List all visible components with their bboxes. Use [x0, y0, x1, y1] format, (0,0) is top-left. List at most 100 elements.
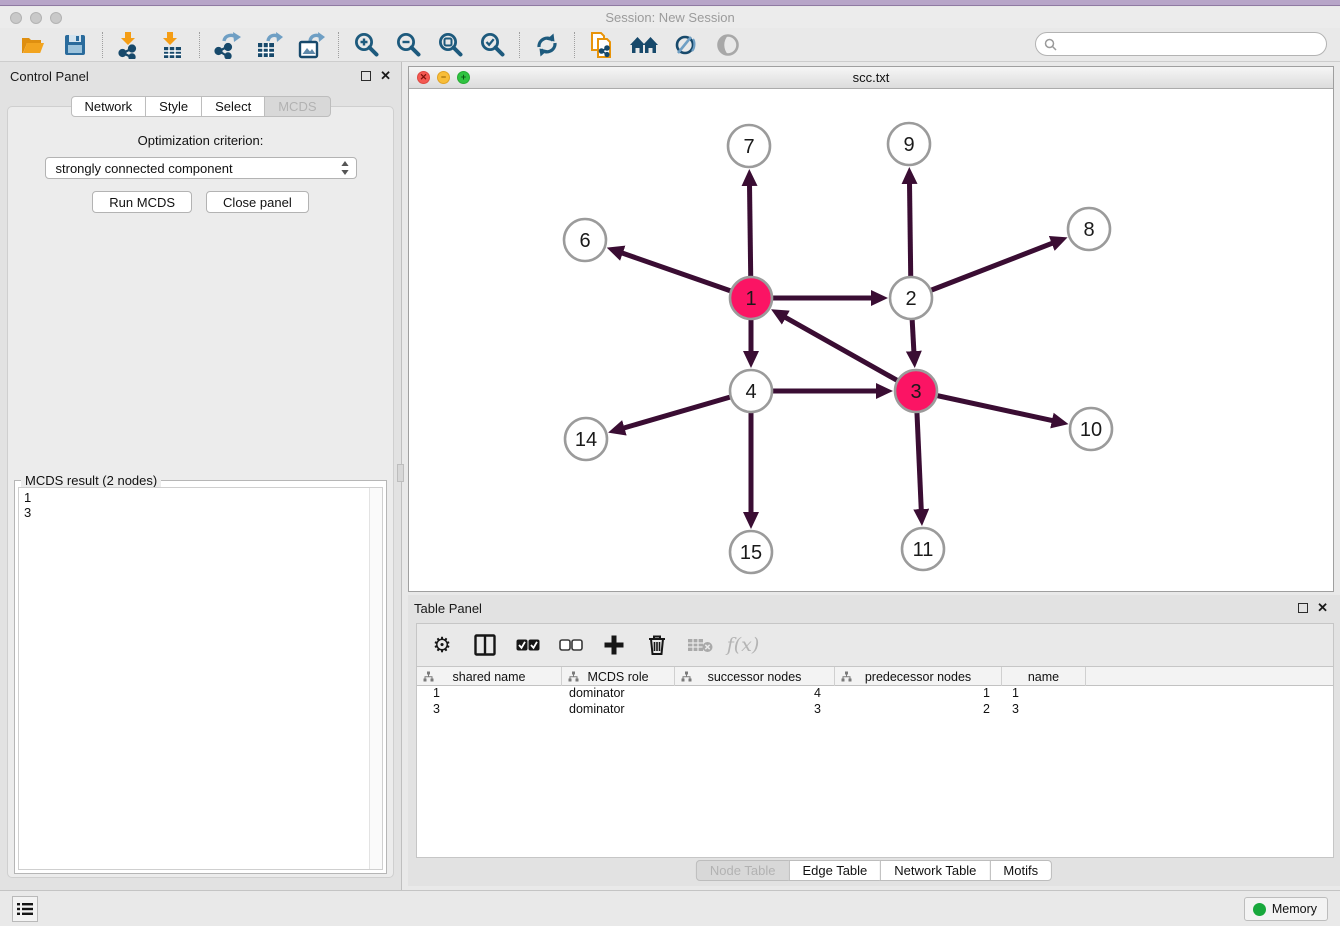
close-panel-icon[interactable]: ✕	[380, 71, 391, 81]
table-panel-tabs: Node TableEdge TableNetwork TableMotifs	[696, 860, 1052, 881]
tab-select[interactable]: Select	[201, 96, 265, 117]
svg-text:6: 6	[579, 230, 590, 252]
table-row[interactable]: 3dominator323	[417, 702, 1333, 718]
edge-3-1[interactable]	[785, 317, 916, 391]
result-scrollbar[interactable]	[369, 488, 382, 869]
select-chevrons-icon	[340, 160, 350, 176]
column-header-successor-nodes[interactable]: successor nodes	[675, 667, 835, 686]
column-header-mcds-role[interactable]: MCDS role	[562, 667, 675, 686]
node-2[interactable]: 2	[890, 277, 932, 319]
toolbar-separator	[199, 32, 200, 58]
select-all-icon[interactable]	[515, 632, 541, 658]
search-input[interactable]	[1057, 35, 1326, 53]
selected-option: strongly connected component	[56, 161, 340, 176]
table-panel: Table Panel ✕ ⚙	[408, 595, 1340, 886]
memory-button[interactable]: Memory	[1244, 897, 1328, 921]
optimization-criterion-label: Optimization criterion:	[8, 133, 393, 148]
mcds-result-area[interactable]: 1 3	[18, 487, 383, 870]
svg-text:3: 3	[910, 381, 921, 403]
node-8[interactable]: 8	[1068, 208, 1110, 250]
node-9[interactable]: 9	[888, 123, 930, 165]
export-network-icon[interactable]	[212, 31, 242, 59]
node-4[interactable]: 4	[730, 370, 772, 412]
network-window-title: scc.txt	[409, 70, 1333, 85]
float-panel-icon[interactable]	[361, 71, 371, 81]
save-session-icon[interactable]	[60, 31, 90, 59]
optimization-criterion-select[interactable]: strongly connected component	[45, 157, 357, 179]
export-table-icon[interactable]	[254, 31, 284, 59]
table-tab-motifs[interactable]: Motifs	[989, 860, 1052, 881]
table-tab-node-table[interactable]: Node Table	[696, 860, 790, 881]
node-10[interactable]: 10	[1070, 408, 1112, 450]
birdseye-icon[interactable]	[713, 31, 743, 59]
open-session-icon[interactable]	[18, 31, 48, 59]
memory-status-icon	[1253, 903, 1266, 916]
node-table: shared name MCDS role successor nodes pr…	[417, 666, 1333, 857]
svg-text:7: 7	[743, 136, 754, 158]
float-table-panel-icon[interactable]	[1298, 603, 1308, 613]
network-graph-svg: 7 9 6 8 1 2 4 3 14 10 15 11	[409, 89, 1333, 591]
attribute-type-icon	[568, 671, 579, 682]
delete-column-icon[interactable]	[644, 632, 670, 658]
vertical-splitter-grip[interactable]	[397, 464, 404, 482]
network-canvas[interactable]: 7 9 6 8 1 2 4 3 14 10 15 11	[409, 89, 1333, 591]
node-3[interactable]: 3	[895, 370, 937, 412]
edge-2-8[interactable]	[911, 243, 1053, 298]
svg-text:14: 14	[575, 429, 597, 451]
column-header-shared-name[interactable]: shared name	[417, 667, 562, 686]
zoom-out-icon[interactable]	[393, 31, 423, 59]
search-icon	[1044, 38, 1057, 51]
table-tab-network-table[interactable]: Network Table	[880, 860, 990, 881]
node-7[interactable]: 7	[728, 125, 770, 167]
import-table-icon[interactable]	[157, 31, 187, 59]
table-container: ⚙ f(x)	[416, 623, 1334, 858]
node-15[interactable]: 15	[730, 531, 772, 573]
table-toolbar: ⚙ f(x)	[417, 624, 1333, 666]
table-row[interactable]: 1dominator411	[417, 686, 1333, 702]
run-mcds-button[interactable]: Run MCDS	[92, 191, 192, 213]
hide-panels-icon[interactable]	[671, 31, 701, 59]
toolbar-separator	[102, 32, 103, 58]
search-box[interactable]	[1035, 32, 1327, 56]
network-window-titlebar[interactable]: ✕ − + scc.txt	[409, 67, 1333, 89]
svg-text:9: 9	[903, 134, 914, 156]
column-header-name[interactable]: name	[1002, 667, 1086, 686]
table-tab-edge-table[interactable]: Edge Table	[788, 860, 881, 881]
node-11[interactable]: 11	[902, 528, 944, 570]
memory-label: Memory	[1272, 902, 1317, 916]
node-6[interactable]: 6	[564, 219, 606, 261]
task-history-button[interactable]	[12, 896, 38, 922]
toolbar-separator	[519, 32, 520, 58]
columns-icon[interactable]	[472, 632, 498, 658]
import-network-icon[interactable]	[115, 31, 145, 59]
status-bar: Memory	[0, 890, 1340, 926]
attribute-type-icon	[681, 671, 692, 682]
export-image-icon[interactable]	[296, 31, 326, 59]
app-titlebar: Session: New Session	[0, 7, 1340, 28]
tab-network[interactable]: Network	[70, 96, 146, 117]
svg-text:4: 4	[745, 381, 756, 403]
zoom-fit-icon[interactable]	[435, 31, 465, 59]
node-14[interactable]: 14	[565, 418, 607, 460]
tab-mcds[interactable]: MCDS	[264, 96, 330, 117]
column-header-predecessor-nodes[interactable]: predecessor nodes	[835, 667, 1002, 686]
mcds-result-group: MCDS result (2 nodes) 1 3	[14, 480, 387, 874]
zoom-in-icon[interactable]	[351, 31, 381, 59]
svg-text:8: 8	[1083, 219, 1094, 241]
zoom-selected-icon[interactable]	[477, 31, 507, 59]
svg-text:11: 11	[913, 539, 934, 561]
close-panel-button[interactable]: Close panel	[206, 191, 309, 213]
close-table-panel-icon[interactable]: ✕	[1317, 603, 1328, 613]
deselect-all-icon[interactable]	[558, 632, 584, 658]
gear-icon[interactable]: ⚙	[429, 632, 455, 658]
tab-style[interactable]: Style	[145, 96, 202, 117]
table-panel-title: Table Panel	[414, 601, 482, 616]
delete-table-icon[interactable]	[687, 632, 713, 658]
toolbar-separator	[338, 32, 339, 58]
add-column-icon[interactable]	[601, 632, 627, 658]
clone-network-icon[interactable]	[587, 31, 617, 59]
home-icon[interactable]	[629, 31, 659, 59]
node-1[interactable]: 1	[730, 277, 772, 319]
refresh-icon[interactable]	[532, 31, 562, 59]
function-builder-icon[interactable]: f(x)	[730, 632, 756, 658]
